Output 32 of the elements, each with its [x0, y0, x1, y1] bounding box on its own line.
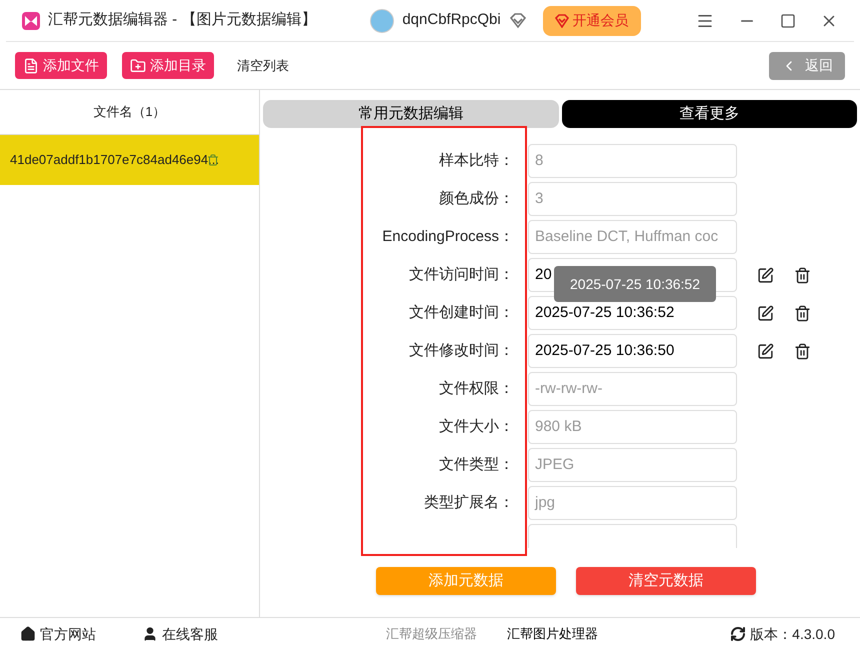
input-field: Baseline DCT, Huffman coc [528, 220, 737, 254]
field-label: 文件访问时间： [408, 264, 515, 285]
field-label: 类型扩展名： [423, 492, 515, 513]
tooltip: 2025-07-25 10:36:52 [554, 266, 716, 302]
window-title: 汇帮元数据编辑器 - 【图片元数据编辑】 [48, 10, 316, 30]
input-field: jpg [528, 486, 737, 520]
add-button[interactable]: 添加文件 [15, 52, 107, 79]
clear-list-link[interactable]: 清空列表 [237, 56, 289, 76]
input-field[interactable]: 2025-07-25 10:36:50 [528, 334, 737, 368]
field-label: 文件创建时间： [408, 302, 515, 323]
tab[interactable]: 常用元数据编辑 [263, 100, 558, 128]
input-field: -rw-rw-rw- [528, 372, 737, 406]
field-label: 文件大小： [438, 416, 515, 437]
field-label: 文件类型： [438, 454, 515, 475]
field-label: 颜色成份： [438, 188, 515, 209]
field-label: 文件权限： [438, 378, 515, 399]
field-label: 文件修改时间： [408, 340, 515, 361]
footer-link[interactable]: 官方网站 [20, 624, 142, 644]
product-link[interactable]: 汇帮图片处理器 [507, 624, 598, 644]
tab[interactable]: 查看更多 [562, 100, 857, 128]
footer-link[interactable]: 在线客服 [142, 624, 386, 644]
add-button[interactable]: 添加目录 [122, 52, 214, 79]
field-label: EncodingProcess： [381, 226, 515, 247]
input-field: 8 [528, 144, 737, 178]
action-button[interactable]: 清空元数据 [576, 567, 756, 595]
input-field: 980 kB [528, 410, 737, 444]
version-label: 版本：4.3.0.0 [730, 624, 840, 644]
field-label: 样本比特： [438, 150, 515, 171]
username: dqnCbfRpcQbi [402, 10, 501, 30]
product-link[interactable]: 汇帮超级压缩器 [386, 624, 477, 644]
input-field: 3 [528, 182, 737, 216]
input-field: JPEG [528, 448, 737, 482]
